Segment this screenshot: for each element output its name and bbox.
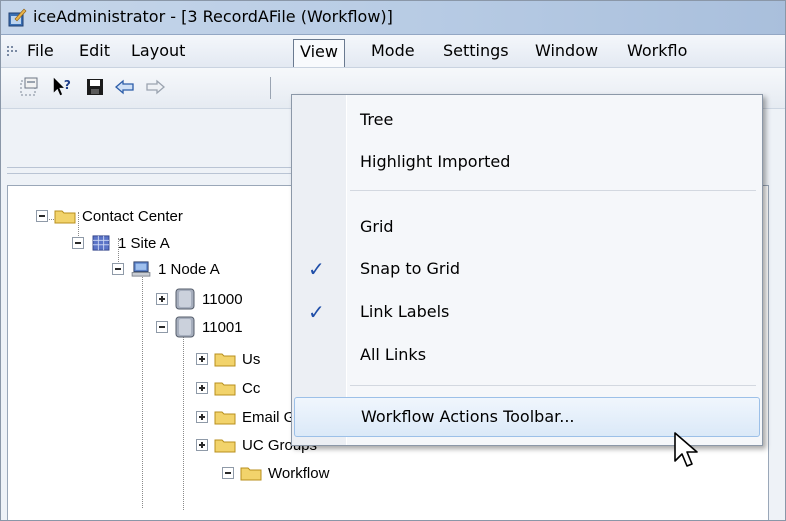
menu-window[interactable]: Window [529,39,604,63]
tree-node-label: 11000 [202,290,243,308]
menu-mode[interactable]: Mode [365,39,421,63]
tree-node-contact-center[interactable]: Contact Center [36,206,183,226]
menu-view[interactable]: View [293,39,345,67]
back-arrow-icon [115,79,134,95]
grid-site-icon [92,235,110,251]
menu-item-label: Tree [360,110,394,129]
tree-node-users[interactable]: Us [196,349,260,369]
tree-node-label: 1 Site A [118,234,170,252]
menu-workflow[interactable]: Workflo [621,39,693,63]
help-pointer-button[interactable]: ? [51,75,75,99]
window-title: iceAdministrator - [3 RecordAFile (Workf… [33,7,393,26]
folder-icon [214,353,236,367]
server-icon [175,288,195,310]
tree-node-label: 11001 [202,318,243,336]
menu-item-highlight-imported[interactable]: Highlight Imported [294,143,758,181]
menu-item-label: All Links [360,345,427,364]
menu-item-label: Grid [360,217,394,236]
expand-toggle[interactable] [156,293,168,305]
menu-layout[interactable]: Layout [125,39,191,63]
menu-item-label: Workflow Actions Toolbar... [361,407,575,426]
tree-node-label: Cc [242,379,261,397]
tree-node-site[interactable]: 1 Site A [72,233,170,253]
menu-item-snap-to-grid[interactable]: ✓ Snap to Grid [294,250,758,288]
expand-toggle[interactable] [196,353,208,365]
app-window: iceAdministrator - [3 RecordAFile (Workf… [0,0,786,521]
tree-node-workflow[interactable]: Workflow [222,463,329,483]
tree-node-label: Us [242,350,261,368]
checkmark-icon: ✓ [308,257,325,281]
tree-node-node[interactable]: 1 Node A [112,259,220,279]
collapse-toggle[interactable] [112,263,124,275]
tree-node-contacts[interactable]: Cc [196,378,260,398]
menu-item-label: Snap to Grid [360,259,461,278]
tree-connector [183,324,185,510]
title-bar[interactable]: iceAdministrator - [3 RecordAFile (Workf… [1,1,785,35]
forward-arrow-icon [146,79,165,95]
help-pointer-icon: ? [53,77,71,96]
menu-item-grid[interactable]: Grid [294,208,758,246]
app-icon [8,8,27,27]
divider [7,173,297,174]
tree-node-label: Workflow [268,464,330,482]
menu-item-label: Highlight Imported [360,152,511,171]
menu-grip-icon[interactable] [7,45,21,57]
folder-icon [214,382,236,396]
save-icon [87,79,103,95]
menu-item-link-labels[interactable]: ✓ Link Labels [294,293,758,331]
mouse-cursor-icon [674,432,698,467]
tree-node-label: Contact Center [82,207,183,225]
view-menu-dropdown: Tree Highlight Imported Grid ✓ Snap to G… [291,94,763,446]
menu-separator [350,385,756,386]
expand-toggle[interactable] [196,382,208,394]
tree-connector [142,266,144,508]
collapse-toggle[interactable] [156,321,168,333]
folder-icon [214,411,236,425]
expand-toggle[interactable] [196,439,208,451]
new-window-button[interactable] [17,75,41,99]
menu-file[interactable]: File [21,39,60,63]
forward-button[interactable] [143,75,167,99]
tree-node-11000[interactable]: 11000 [156,288,243,310]
menu-item-label: Link Labels [360,302,450,321]
svg-text:?: ? [64,78,71,92]
tree-node-label: 1 Node A [158,260,220,278]
folder-icon [214,439,236,453]
collapse-toggle[interactable] [36,210,48,222]
menu-edit[interactable]: Edit [73,39,116,63]
toolbar-separator [270,77,271,99]
tree-node-11001[interactable]: 11001 [156,316,243,338]
checkmark-icon: ✓ [308,300,325,324]
menu-settings[interactable]: Settings [437,39,515,63]
server-icon [175,316,195,338]
expand-toggle[interactable] [196,411,208,423]
folder-icon [54,210,76,224]
divider [7,167,297,168]
computer-icon [131,261,151,277]
menu-bar: File Edit Layout View Mode Settings Wind… [1,35,785,68]
collapse-toggle[interactable] [72,237,84,249]
save-button[interactable] [83,75,107,99]
folder-icon [240,467,262,481]
menu-item-tree[interactable]: Tree [294,101,758,139]
new-window-icon [20,77,38,96]
back-button[interactable] [113,75,137,99]
menu-separator [350,190,756,191]
collapse-toggle[interactable] [222,467,234,479]
menu-item-all-links[interactable]: All Links [294,336,758,374]
